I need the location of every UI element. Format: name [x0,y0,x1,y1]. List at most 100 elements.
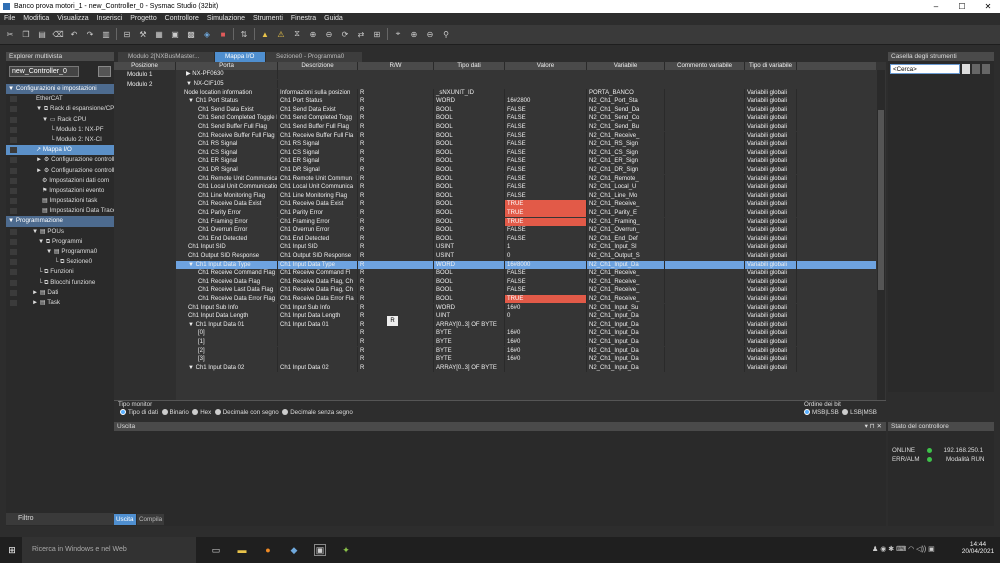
radio-msb-lsb[interactable] [804,409,810,416]
position-row-modulo1[interactable]: Modulo 1 [114,70,176,80]
column-header[interactable]: R/W [358,62,434,70]
zoom-out-icon[interactable]: ⊖ [424,28,436,40]
tree-item[interactable]: ▼ ⧉ Programmi [6,237,114,247]
close-button[interactable]: ✕ [976,0,1000,13]
output-window-controls[interactable]: ▾ ⊓ ✕ [865,422,882,431]
table-cell[interactable]: TRUE [505,217,587,227]
tree-checkbox[interactable] [10,208,17,215]
column-header[interactable]: Valore [505,62,587,70]
tree-checkbox[interactable] [10,167,17,174]
table-row[interactable]: Ch1 ER Signal Ch1 ER Signal R BOOL FALSE N2_C… [176,157,876,166]
tree-item[interactable]: └ ⧉ Funzioni [6,267,114,277]
table-row[interactable]: Ch1 Receive Data Flag Ch1 Receive Data Fl… [176,277,876,287]
windows-start-icon[interactable]: ⊞ [6,544,18,556]
tree-item[interactable]: ▼ Programmazione [6,216,114,227]
table-row[interactable]: Ch1 Receive Data Exist Ch1 Receive Data E… [176,200,876,209]
table-cell[interactable]: FALSE [505,140,587,149]
table-row[interactable]: ▼ Ch1 Input Data 01 Ch1 Input Data 01 R ARR… [176,320,876,330]
set-icon[interactable]: ⊕ [307,28,319,40]
table-row[interactable]: Ch1 Receive Command Flag Ch1 Receive Comm… [176,269,876,278]
tool-icon[interactable]: ▦ [153,28,165,40]
tool-app-icon[interactable]: ✦ [340,544,352,556]
table-row[interactable]: Ch1 Parity Error Ch1 Parity Error R BOOL TRU… [176,208,876,218]
radio-hex[interactable] [192,409,199,416]
table-cell[interactable]: FALSE [505,122,587,132]
tab-mappa-io[interactable]: Mappa I/O [215,52,265,62]
table-row[interactable]: Ch1 Input SID Ch1 Input SID R USINT 1 N2_Ch1_… [176,243,876,252]
column-header[interactable]: Tipo di variabile [745,62,797,70]
table-cell[interactable]: 16#0 [505,337,587,347]
table-cell[interactable]: FALSE [505,286,587,295]
table-row[interactable]: ▼ Ch1 Input Data Type Ch1 Input Data Type… [176,260,876,270]
search-dropdown-icon[interactable] [962,64,970,74]
simulate-icon[interactable]: ⊞ [371,28,383,40]
copy-icon[interactable]: ❐ [20,28,32,40]
delete-icon[interactable]: ⌫ [52,28,64,40]
table-cell[interactable]: FALSE [505,148,587,158]
table-row[interactable]: Ch1 End Detected Ch1 End Detected R BOOL FAL… [176,234,876,244]
system-tray[interactable]: ♟ ◉ ✱ ⌨ ◠ ◁)) ▣ [872,545,935,553]
tree-item[interactable]: ► ▤ Dati [6,288,114,298]
tree-item[interactable]: └ Modulo 2: NX-CI [6,135,114,145]
tree-checkbox[interactable] [10,198,17,205]
table-row[interactable]: Ch1 Send Buffer Full Flag Ch1 Send Buffer… [176,122,876,132]
tab-sezione0[interactable]: Sezione0 - Programma0 [266,52,362,62]
table-row[interactable]: Ch1 Local Unit Communicatio Ch1 Local Uni… [176,183,876,192]
tree-checkbox[interactable] [10,106,17,113]
table-cell[interactable]: 16#0 [505,329,587,338]
menu-file[interactable]: File [4,15,15,22]
tree-checkbox[interactable] [10,249,17,255]
table-row[interactable]: Ch1 RS Signal Ch1 RS Signal R BOOL FALSE N2_C… [176,140,876,149]
cross-ref-icon[interactable]: ⚲ [440,28,452,40]
controller-select[interactable]: new_Controller_0 [9,66,79,77]
table-row[interactable]: Ch1 Send Completed Toggle Bit Ch1 Send Co… [176,114,876,123]
table-cell[interactable]: FALSE [505,114,587,123]
menu-strumenti[interactable]: Strumenti [253,15,283,22]
sysmac-icon[interactable]: ▣ [314,544,326,556]
sync-icon[interactable]: ⟳ [339,28,351,40]
menu-finestra[interactable]: Finestra [291,15,316,22]
tree-item[interactable]: └ ⧉ Blocchi funzione [6,278,114,288]
column-header[interactable]: Commento variabile [665,62,745,70]
table-cell[interactable]: FALSE [505,183,587,192]
table-cell[interactable]: TRUE [505,208,587,218]
menu-visualizza[interactable]: Visualizza [57,15,88,22]
build-icon[interactable]: ⊟ [121,28,133,40]
transfer-icon[interactable]: ⇅ [238,28,250,40]
unit-row-modulo1[interactable]: ▶ NX-PF0630 [176,70,876,79]
tree-item[interactable]: ► ⚙ Configurazione controllo [6,166,114,176]
tree-checkbox[interactable] [10,238,17,245]
table-row[interactable]: [3] R BYTE 16#0 N2_Ch1_Input_Da Variabili glo… [176,355,876,364]
tree-item[interactable]: ▤ Impostazioni Data Trace [6,206,114,216]
unit-row-modulo2[interactable]: ▼ NX-CIF105 [176,79,876,89]
menu-controllore[interactable]: Controllore [165,15,199,22]
table-row[interactable]: Ch1 Receive Data Error Flag Ch1 Receive D… [176,294,876,304]
table-row[interactable]: Ch1 Receive Last Data Flag Ch1 Receive Da… [176,286,876,295]
table-row[interactable]: Ch1 Send Data Exist Ch1 Send Data Exist R B… [176,105,876,115]
table-cell[interactable]: FALSE [505,157,587,166]
table-cell[interactable] [505,320,587,330]
force-icon[interactable]: ⧖ [291,28,303,40]
column-header[interactable]: Posizione [114,62,176,70]
alert-icon[interactable]: ⚠ [275,28,287,40]
scrollbar-thumb[interactable] [878,110,884,290]
column-header[interactable]: Tipo dati [434,62,505,70]
table-row[interactable]: Ch1 Framing Error Ch1 Framing Error R BOOL T… [176,217,876,227]
table-row[interactable]: ▼ Ch1 Port Status Ch1 Port Status R WORD 16#… [176,97,876,106]
warning-icon[interactable]: ▲ [259,28,271,40]
taskbar-search[interactable]: Ricerca in Windows e nel Web [22,537,196,563]
monitor-icon[interactable]: ▣ [169,28,181,40]
tree-item[interactable]: └ Modulo 1: NX-PF [6,125,114,135]
radio-binario[interactable] [161,409,168,416]
tree-checkbox[interactable] [10,269,17,276]
paste-icon[interactable]: ▤ [36,28,48,40]
column-header[interactable]: Variabile [587,62,665,70]
table-row[interactable]: Ch1 CS Signal Ch1 CS Signal R BOOL FALSE N2_C… [176,148,876,158]
app-icon[interactable]: ◆ [288,544,300,556]
undo-icon[interactable]: ↶ [68,28,80,40]
controller-settings-button[interactable] [98,66,111,77]
cut-icon[interactable]: ✂ [4,28,16,40]
print-icon[interactable]: ▥ [100,28,112,40]
radio-tipo-dati[interactable] [120,409,126,416]
zoom-fit-icon[interactable]: ⌖ [392,28,404,40]
